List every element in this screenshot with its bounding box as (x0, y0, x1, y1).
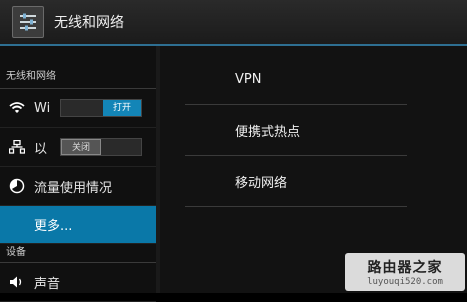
wifi-toggle[interactable]: 打开 (60, 99, 142, 117)
settings-sliders-icon[interactable] (12, 6, 44, 38)
section-header-device: 设备 (0, 244, 156, 263)
toggle-off-label: 关闭 (61, 139, 101, 155)
sidebar-item-ethernet[interactable]: 以 关闭 (0, 128, 156, 167)
volume-icon (8, 273, 26, 291)
wifi-icon (8, 99, 26, 117)
list-item-hotspot[interactable]: 便携式热点 (185, 105, 407, 156)
more-settings-list: VPN 便携式热点 移动网络 (185, 54, 407, 207)
ethernet-icon (8, 138, 26, 156)
sidebar-item-wifi[interactable]: Wi 打开 (0, 89, 156, 128)
data-usage-icon (8, 177, 26, 195)
sidebar-item-label: 更多... (34, 219, 73, 234)
list-item-label: 移动网络 (235, 175, 288, 191)
watermark-title: 路由器之家 (367, 260, 443, 276)
sidebar-item-label: 以 (34, 141, 48, 157)
sidebar-item-data-usage[interactable]: 流量使用情况 (0, 167, 156, 206)
sidebar-item-label: 声音 (34, 276, 61, 292)
page-title: 无线和网络 (54, 15, 124, 31)
list-item-vpn[interactable]: VPN (185, 54, 407, 105)
ethernet-toggle[interactable]: 关闭 (60, 138, 142, 156)
list-item-label: VPN (235, 71, 262, 87)
watermark-url: luyouqi520.com (367, 277, 443, 287)
list-item-mobile-network[interactable]: 移动网络 (185, 156, 407, 207)
sidebar-item-label: 流量使用情况 (34, 180, 113, 196)
sidebar-item-label: Wi (34, 100, 51, 116)
action-bar: 无线和网络 (0, 0, 467, 46)
watermark: 路由器之家 luyouqi520.com (345, 253, 465, 291)
settings-sidebar: 无线和网络 Wi 打开 以 关闭 流量使用情况 更多... 设备 声音 (0, 46, 156, 302)
sidebar-item-sound[interactable]: 声音 (0, 263, 156, 302)
section-header-wireless: 无线和网络 (0, 66, 156, 89)
toggle-on-label: 打开 (103, 100, 141, 116)
sidebar-item-more[interactable]: 更多... (0, 206, 156, 244)
list-item-label: 便携式热点 (235, 124, 301, 140)
